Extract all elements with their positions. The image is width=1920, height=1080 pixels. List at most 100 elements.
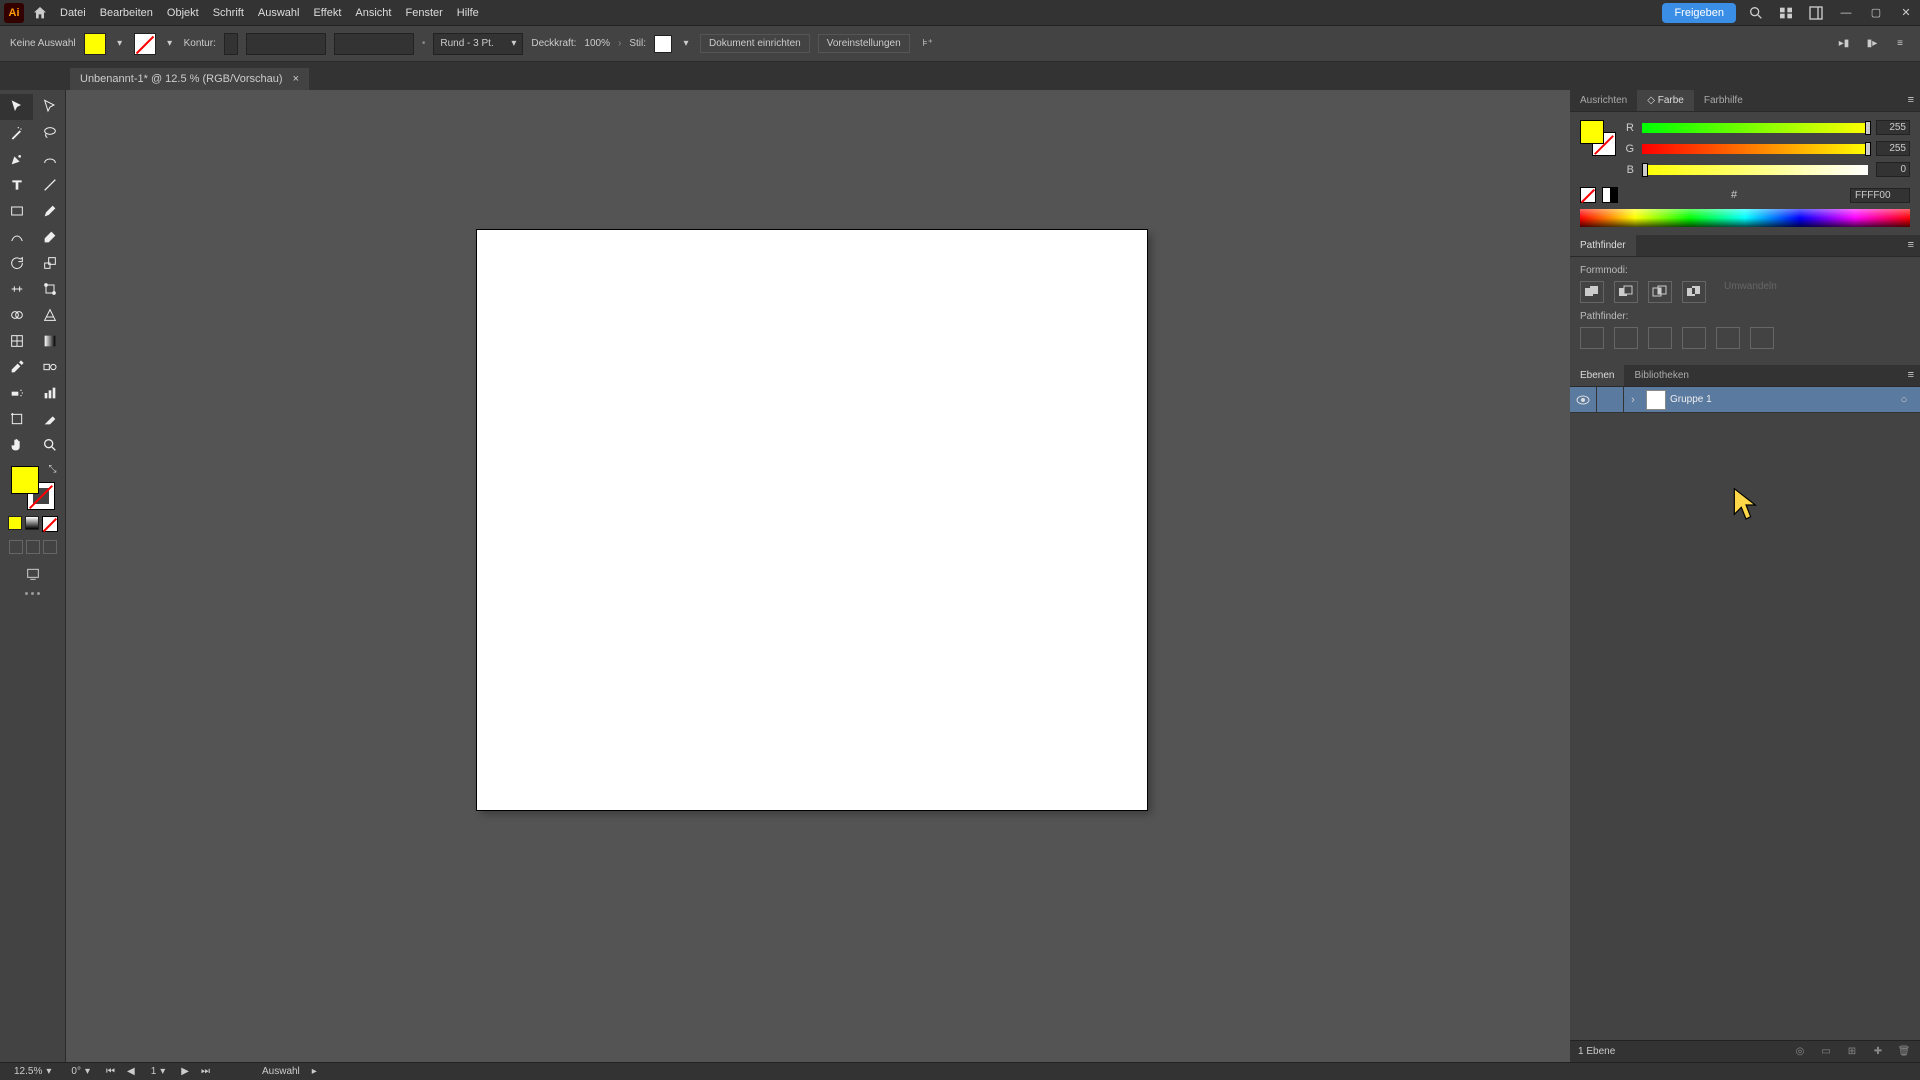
- magic-wand-tool[interactable]: [0, 120, 33, 146]
- color-panel-menu-icon[interactable]: ≡: [1902, 90, 1920, 111]
- gradient-mode-icon[interactable]: [25, 516, 39, 530]
- g-slider[interactable]: [1642, 144, 1868, 154]
- unite-icon[interactable]: [1580, 281, 1604, 303]
- search-icon[interactable]: [1746, 3, 1766, 23]
- stroke-weight-link[interactable]: [224, 33, 238, 55]
- hand-tool[interactable]: [0, 432, 33, 458]
- pen-tool[interactable]: [0, 146, 33, 172]
- mesh-tool[interactable]: [0, 328, 33, 354]
- minus-front-icon[interactable]: [1614, 281, 1638, 303]
- curvature-tool[interactable]: [33, 146, 66, 172]
- shape-builder-tool[interactable]: [0, 302, 33, 328]
- r-slider[interactable]: [1642, 123, 1868, 133]
- symbol-sprayer-tool[interactable]: [0, 380, 33, 406]
- locate-object-icon[interactable]: ◎: [1792, 1044, 1808, 1060]
- variable-width-dropdown[interactable]: [334, 33, 414, 55]
- eraser-tool[interactable]: [33, 224, 66, 250]
- target-icon[interactable]: ○: [1894, 394, 1914, 406]
- home-icon[interactable]: [30, 3, 50, 23]
- blend-tool[interactable]: [33, 354, 66, 380]
- draw-behind-icon[interactable]: [26, 540, 40, 554]
- panel-menu-icon[interactable]: ≡: [1890, 34, 1910, 54]
- tab-bibliotheken[interactable]: Bibliotheken: [1624, 365, 1698, 386]
- zoom-field[interactable]: 12.5% ▾: [10, 1066, 55, 1077]
- draw-normal-icon[interactable]: [9, 540, 23, 554]
- style-swatch[interactable]: [654, 35, 672, 53]
- layers-menu-icon[interactable]: ≡: [1902, 365, 1920, 386]
- edit-toolbar-icon[interactable]: [0, 592, 65, 595]
- visibility-icon[interactable]: [1570, 395, 1596, 405]
- r-value[interactable]: 255: [1876, 120, 1910, 135]
- g-value[interactable]: 255: [1876, 141, 1910, 156]
- menu-datei[interactable]: Datei: [60, 7, 86, 19]
- artboard-number[interactable]: 1 ▾: [147, 1066, 170, 1077]
- menu-bearbeiten[interactable]: Bearbeiten: [100, 7, 153, 19]
- delete-layer-icon[interactable]: 🗑: [1896, 1044, 1912, 1060]
- document-setup-button[interactable]: Dokument einrichten: [700, 34, 810, 53]
- hex-input[interactable]: FFFF00: [1850, 188, 1910, 203]
- expand-layer-icon[interactable]: ›: [1624, 394, 1642, 406]
- scale-tool[interactable]: [33, 250, 66, 276]
- selection-tool[interactable]: [0, 94, 33, 120]
- minus-back-icon[interactable]: [1750, 327, 1774, 349]
- align-icon[interactable]: ⊧⁺: [918, 34, 938, 54]
- width-tool[interactable]: [0, 276, 33, 302]
- menu-fenster[interactable]: Fenster: [405, 7, 442, 19]
- fill-stroke-indicator[interactable]: ⤡: [11, 466, 55, 510]
- artboard-nav-last-icon[interactable]: ⏭: [201, 1066, 210, 1077]
- zoom-tool[interactable]: [33, 432, 66, 458]
- eyedropper-tool[interactable]: [0, 354, 33, 380]
- close-tab-icon[interactable]: ×: [293, 73, 299, 85]
- preferences-button[interactable]: Voreinstellungen: [818, 34, 910, 53]
- fill-swatch[interactable]: [84, 33, 106, 55]
- style-dropdown-icon[interactable]: ▾: [680, 38, 692, 50]
- stroke-dropdown-icon[interactable]: ▾: [164, 38, 176, 50]
- artboard-nav-first-icon[interactable]: ⏮: [106, 1066, 115, 1077]
- menu-auswahl[interactable]: Auswahl: [258, 7, 300, 19]
- free-transform-tool[interactable]: [33, 276, 66, 302]
- arrange-icon[interactable]: [1776, 3, 1796, 23]
- tab-ausrichten[interactable]: Ausrichten: [1570, 90, 1637, 111]
- b-slider[interactable]: [1642, 165, 1868, 175]
- canvas[interactable]: [66, 90, 1570, 1062]
- perspective-tool[interactable]: [33, 302, 66, 328]
- panel-toggle-icon[interactable]: ▸▮: [1834, 34, 1854, 54]
- shaper-tool[interactable]: [0, 224, 33, 250]
- workspace-icon[interactable]: [1806, 3, 1826, 23]
- fill-dropdown-icon[interactable]: ▾: [114, 38, 126, 50]
- line-tool[interactable]: [33, 172, 66, 198]
- none-mode-icon[interactable]: [42, 516, 58, 532]
- pathfinder-menu-icon[interactable]: ≡: [1902, 235, 1920, 256]
- direct-selection-tool[interactable]: [33, 94, 66, 120]
- menu-objekt[interactable]: Objekt: [167, 7, 199, 19]
- crop-icon[interactable]: [1682, 327, 1706, 349]
- swap-fill-stroke-icon[interactable]: ⤡: [49, 464, 57, 475]
- color-spectrum[interactable]: [1580, 209, 1910, 227]
- b-value[interactable]: 0: [1876, 162, 1910, 177]
- paintbrush-tool[interactable]: [33, 198, 66, 224]
- menu-schrift[interactable]: Schrift: [213, 7, 244, 19]
- bw-color-icon[interactable]: [1602, 187, 1618, 203]
- layer-name[interactable]: Gruppe 1: [1670, 394, 1894, 405]
- layer-row[interactable]: › Gruppe 1 ○: [1570, 387, 1920, 413]
- menu-effekt[interactable]: Effekt: [313, 7, 341, 19]
- gradient-tool[interactable]: [33, 328, 66, 354]
- divide-icon[interactable]: [1580, 327, 1604, 349]
- intersect-icon[interactable]: [1648, 281, 1672, 303]
- tab-ebenen[interactable]: Ebenen: [1570, 365, 1624, 386]
- color-fill-stroke-mini[interactable]: [1580, 120, 1616, 156]
- type-tool[interactable]: [0, 172, 33, 198]
- stroke-swatch[interactable]: [134, 33, 156, 55]
- menu-ansicht[interactable]: Ansicht: [355, 7, 391, 19]
- essentials-icon[interactable]: ▮▸: [1862, 34, 1882, 54]
- close-window-icon[interactable]: ✕: [1896, 3, 1916, 23]
- exclude-icon[interactable]: [1682, 281, 1706, 303]
- tab-farbe[interactable]: ◇ Farbe: [1637, 90, 1694, 111]
- status-menu-icon[interactable]: ▸: [312, 1066, 317, 1077]
- merge-icon[interactable]: [1648, 327, 1672, 349]
- new-sublayer-icon[interactable]: ⊞: [1844, 1044, 1860, 1060]
- stroke-weight-dropdown[interactable]: [246, 33, 326, 55]
- screen-mode-icon[interactable]: [23, 564, 43, 584]
- draw-inside-icon[interactable]: [43, 540, 57, 554]
- tab-farbhilfe[interactable]: Farbhilfe: [1694, 90, 1753, 111]
